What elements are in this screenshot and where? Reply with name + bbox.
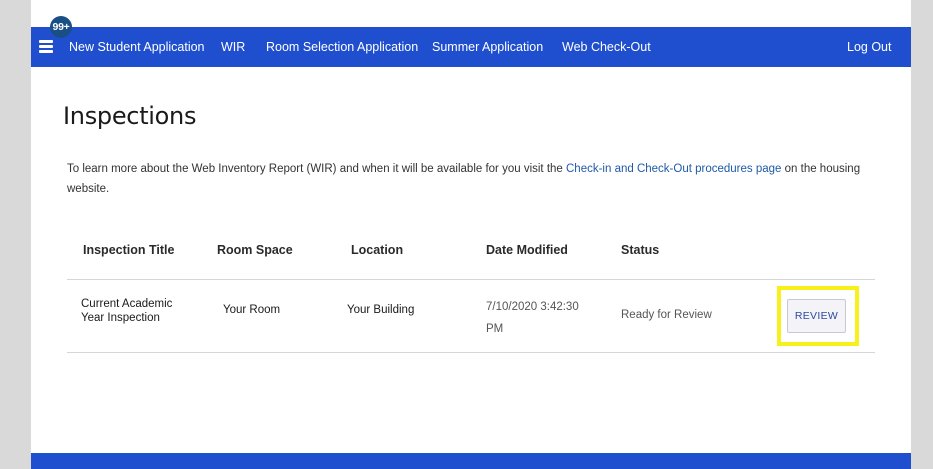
header-room-space: Room Space (217, 243, 293, 257)
nav-new-student-application[interactable]: New Student Application (69, 27, 205, 67)
cell-location: Your Building (347, 304, 415, 316)
table-row-divider (67, 352, 875, 353)
header-status: Status (621, 243, 660, 257)
intro-text-before: To learn more about the Web Inventory Re… (67, 163, 566, 175)
header-inspection-title: Inspection Title (83, 243, 175, 257)
cell-status: Ready for Review (621, 309, 712, 321)
cell-date-modified: 7/10/2020 3:42:30 PM (486, 301, 579, 335)
nav-summer-application[interactable]: Summer Application (432, 27, 543, 67)
procedures-link[interactable]: Check-in and Check-Out procedures page (566, 163, 781, 175)
hamburger-menu-icon[interactable] (39, 40, 53, 53)
cell-inspection-title: Current Academic Year Inspection (81, 298, 173, 324)
nav-web-check-out[interactable]: Web Check-Out (562, 27, 651, 67)
intro-paragraph: To learn more about the Web Inventory Re… (67, 159, 882, 199)
table-header-divider (67, 279, 875, 280)
page-title: Inspections (63, 102, 197, 130)
review-button[interactable]: REVIEW (787, 299, 846, 333)
page-container: 99+ New Student Application WIR Room Sel… (31, 0, 911, 469)
nav-room-selection-application[interactable]: Room Selection Application (266, 27, 418, 67)
header-location: Location (351, 243, 404, 257)
header-date-modified: Date Modified (486, 243, 568, 257)
nav-wir[interactable]: WIR (221, 27, 245, 67)
footer-bar (31, 453, 911, 469)
logout-link[interactable]: Log Out (847, 27, 891, 67)
cell-room-space: Your Room (223, 304, 281, 316)
